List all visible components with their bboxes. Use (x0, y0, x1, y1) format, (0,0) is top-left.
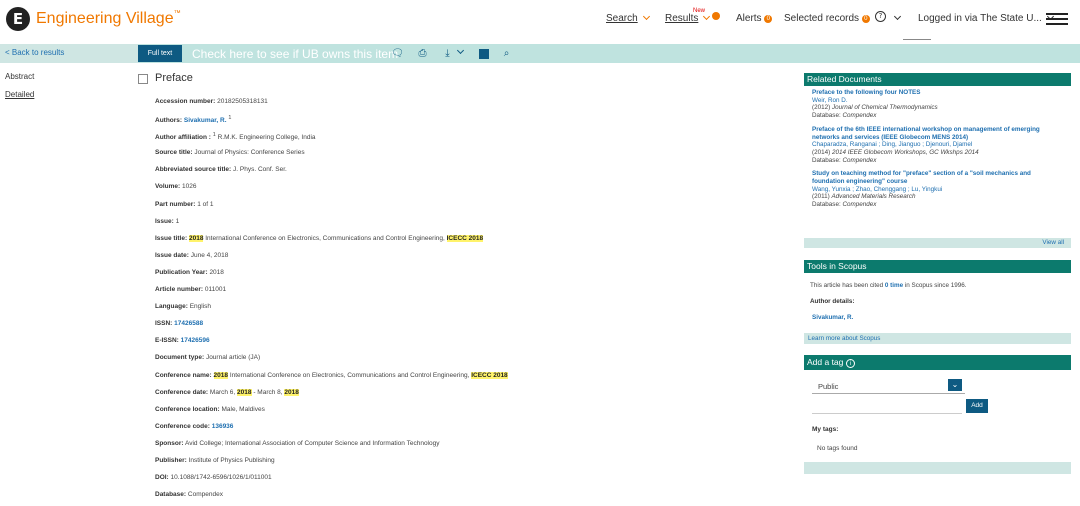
field-issn: ISSN: 17426588 (155, 320, 204, 328)
nav-selected-records[interactable]: Selected records 0 (784, 13, 870, 24)
no-tags-text: No tags found (817, 445, 858, 452)
eissn-link[interactable]: 17426596 (181, 337, 210, 344)
select-record-checkbox[interactable] (138, 74, 148, 84)
tags-panel: Add a tag i Public ⌄ Add My tags: No tag… (804, 355, 1071, 474)
scopus-cited: This article has been cited 0 time in Sc… (810, 282, 967, 289)
field-part-number: Part number: 1 of 1 (155, 200, 214, 208)
help-chevron[interactable] (889, 12, 902, 24)
field-conference-date: Conference date: March 6, 2018 - March 8… (155, 388, 299, 396)
logged-in-label: Logged in via The State U... (918, 13, 1042, 24)
nav-selected-label: Selected records (784, 13, 860, 24)
nav-abstract[interactable]: Abstract (5, 72, 34, 81)
nav-detailed[interactable]: Detailed (5, 90, 34, 99)
tag-input[interactable] (812, 402, 962, 414)
toolbar: < Back to results Full text Check here t… (0, 44, 1080, 63)
field-accession: Accession number: 20182505318131 (155, 98, 268, 105)
tags-footer (804, 462, 1071, 474)
field-issue: Issue: 1 (155, 217, 180, 225)
comment-icon[interactable]: 🗨 (391, 47, 404, 60)
nav-alerts[interactable]: Alerts 0 (736, 13, 773, 24)
field-eissn: E-ISSN: 17426596 (155, 337, 210, 345)
field-sponsor: Sponsor: Avid College; International Ass… (155, 439, 440, 447)
add-tag-button[interactable]: Add (966, 399, 988, 413)
learn-more-scopus-link[interactable]: Learn more about Scopus (804, 333, 1071, 344)
chevron-down-icon (893, 12, 902, 21)
info-icon[interactable]: i (845, 359, 855, 368)
logo-mark-icon: E (6, 7, 30, 31)
print-icon[interactable]: ⎙ (416, 47, 429, 60)
related-item: Preface of the 6th IEEE international wo… (804, 120, 1071, 165)
my-tags-label: My tags: (812, 426, 839, 433)
field-conference-code: Conference code: 136936 (155, 422, 234, 430)
nav-search[interactable]: Search (606, 12, 650, 24)
engineering-village-logo[interactable]: E Engineering Village™ (6, 7, 181, 31)
view-all-link[interactable]: View all (804, 238, 1071, 248)
top-header: E Engineering Village™ Search New Result… (0, 0, 1080, 42)
author-details-label: Author details: (810, 298, 855, 305)
related-documents-heading: Related Documents (804, 73, 1071, 86)
results-badge (712, 12, 721, 20)
field-language: Language: English (155, 303, 212, 311)
nav-results[interactable]: Results (665, 12, 721, 24)
field-database: Database: Compendex (155, 491, 223, 499)
back-to-results-link[interactable]: < Back to results (5, 48, 64, 57)
chevron-down-icon[interactable]: ⌄ (948, 379, 962, 391)
conference-code-link[interactable]: 136936 (212, 423, 234, 430)
field-conference-location: Conference location: Male, Maldives (155, 405, 265, 413)
field-affiliation: Author affiliation : 1 R.M.K. Engineerin… (155, 132, 316, 142)
issn-link[interactable]: 17426588 (174, 320, 203, 327)
related-item-authors[interactable]: Wang, Yunxia ; Zhao, Chenggang ; Lu, Yin… (812, 186, 1063, 194)
alerts-badge: 0 (764, 15, 773, 23)
field-article-number: Article number: 011001 (155, 286, 227, 294)
download-chevron[interactable] (452, 46, 465, 58)
field-authors: Authors: Sivakumar, R. 1 (155, 115, 232, 125)
chevron-down-icon (642, 12, 650, 21)
field-document-type: Document type: Journal article (JA) (155, 354, 261, 362)
nav-alerts-label: Alerts (736, 13, 762, 24)
field-conference-name: Conference name: 2018 International Conf… (155, 371, 508, 379)
related-documents-panel: Related Documents Preface to the followi… (804, 73, 1071, 248)
chevron-down-icon (456, 46, 465, 55)
field-publisher: Publisher: Institute of Physics Publishi… (155, 456, 275, 464)
related-item: Preface to the following four NOTES Weir… (804, 86, 1071, 120)
hamburger-menu-icon[interactable] (1046, 13, 1068, 28)
scopus-author-link[interactable]: Sivakumar, R. (810, 314, 1065, 321)
nav-results-label: Results (665, 13, 699, 24)
document-title: Preface (155, 72, 193, 84)
field-doi: DOI: 10.1088/1742-6596/1026/1/011001 (155, 474, 272, 482)
logged-in-menu[interactable]: Logged in via The State U... (918, 12, 1054, 24)
related-item: Study on teaching method for "preface" s… (804, 164, 1071, 209)
nav-search-label: Search (606, 13, 638, 24)
folder-icon[interactable] (479, 49, 489, 59)
field-issue-date: Issue date: June 4, 2018 (155, 251, 229, 259)
author-link[interactable]: Sivakumar, R. (184, 117, 227, 124)
scopus-heading: Tools in Scopus (804, 260, 1071, 273)
logo-text: Engineering Village™ (36, 10, 181, 27)
field-abbr-source: Abbreviated source title: J. Phys. Conf.… (155, 166, 287, 174)
scopus-panel: Tools in Scopus This article has been ci… (804, 260, 1071, 344)
related-item-authors[interactable]: Weir, Ron D. (812, 97, 1063, 105)
field-issue-title: Issue title: 2018 International Conferen… (155, 234, 484, 242)
add-tag-heading: Add a tag i (804, 355, 1071, 370)
divider (903, 39, 931, 40)
related-item-title[interactable]: Study on teaching method for "preface" s… (812, 170, 1063, 185)
help-icon[interactable]: ? (875, 11, 886, 22)
field-publication-year: Publication Year: 2018 (155, 268, 224, 276)
full-text-button[interactable]: Full text (138, 45, 182, 62)
selected-badge: 0 (861, 15, 870, 23)
related-item-title[interactable]: Preface of the 6th IEEE international wo… (812, 126, 1063, 141)
field-source-title: Source title: Journal of Physics: Confer… (155, 149, 305, 157)
record-fields: Accession number: 20182505318131 Authors… (155, 98, 795, 506)
related-item-title[interactable]: Preface to the following four NOTES (812, 89, 1063, 97)
field-volume: Volume: 1026 (155, 183, 197, 191)
search-icon[interactable]: ⌕ (500, 47, 513, 60)
check-ub-owns-link[interactable]: Check here to see if UB owns this item (192, 47, 398, 61)
chevron-down-icon (703, 12, 711, 21)
left-nav: Abstract Detailed (5, 72, 34, 108)
tag-visibility-select[interactable]: Public (812, 380, 965, 394)
related-item-authors[interactable]: Chaparadza, Ranganai ; Ding, Jianguo ; D… (812, 141, 1063, 149)
